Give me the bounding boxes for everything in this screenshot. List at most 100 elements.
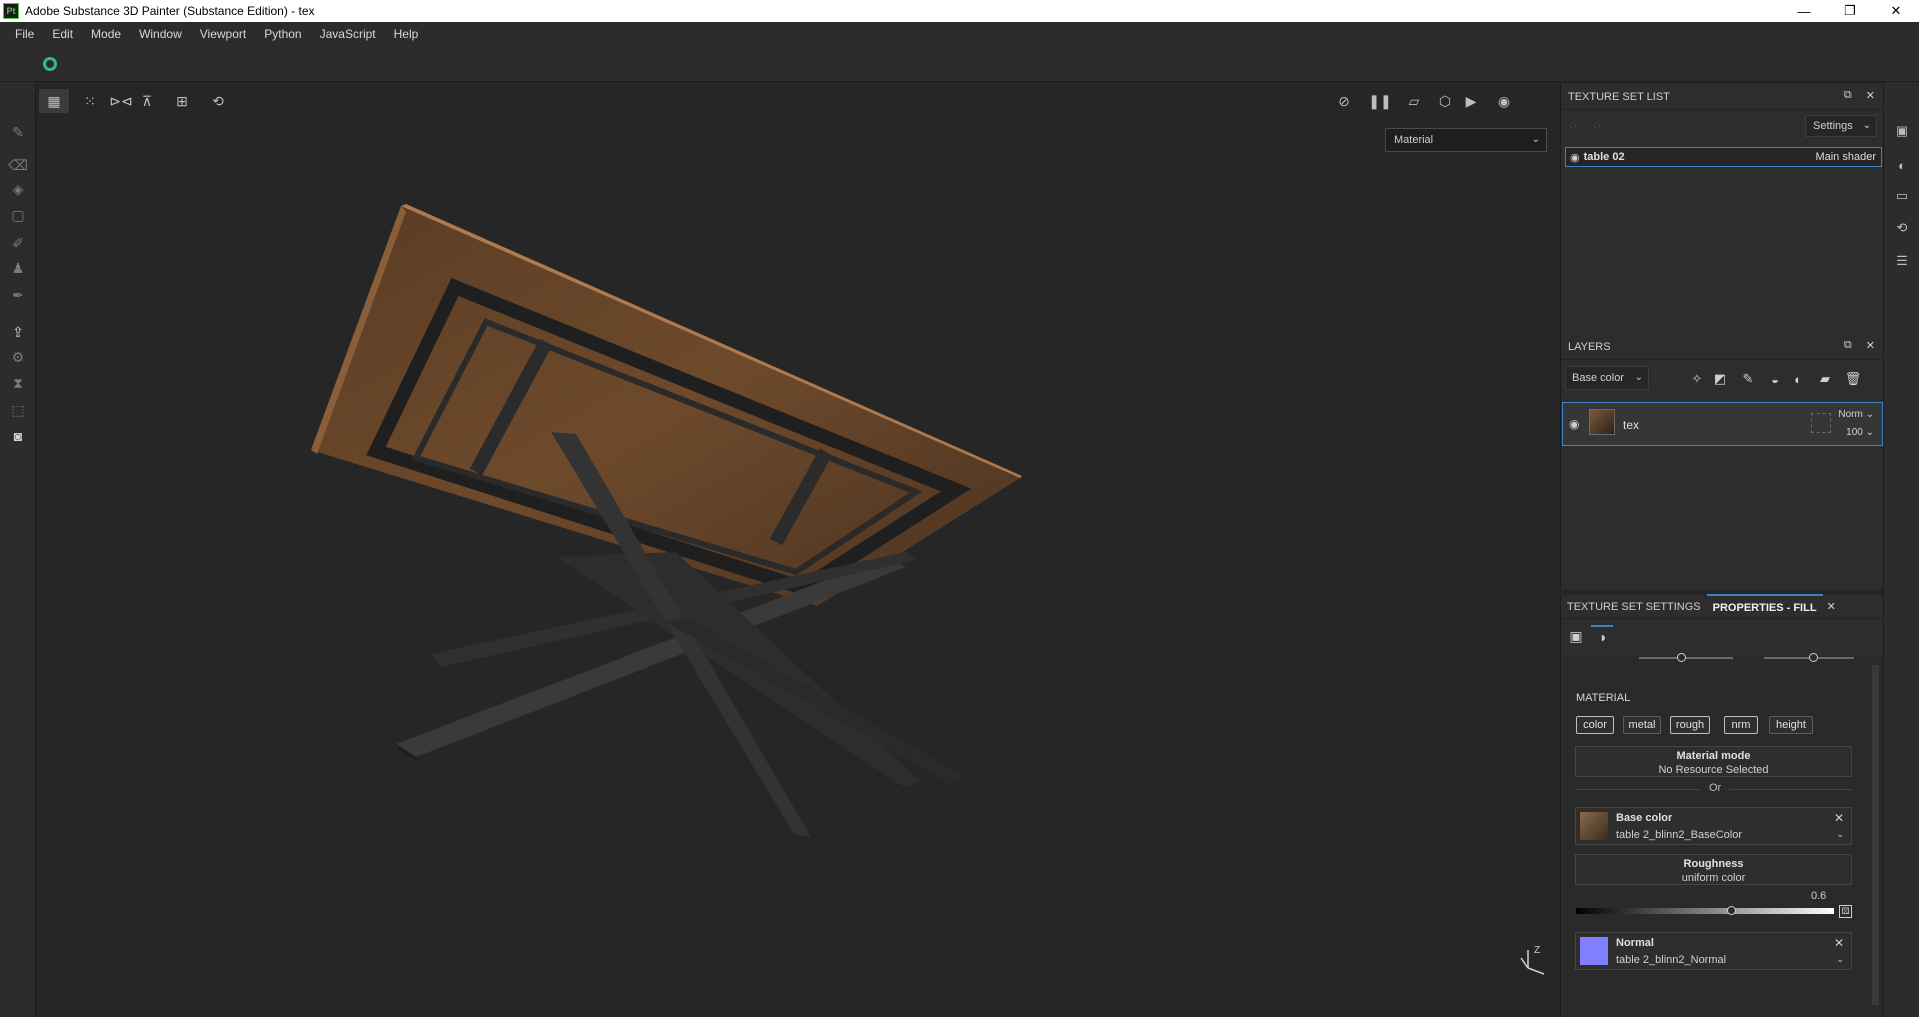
menu-mode[interactable]: Mode [82, 22, 130, 46]
camera-video-icon[interactable]: ▶ [1456, 89, 1486, 113]
hide-all-icon[interactable]: ◌ [1569, 118, 1585, 132]
slider-track[interactable] [1639, 657, 1733, 659]
add-frame-icon[interactable]: ⊞ [167, 89, 197, 113]
grid-view-icon[interactable]: ▦ [39, 89, 69, 113]
base-color-slot[interactable]: Base color table 2_blinn2_BaseColor ✕ ⌄ [1575, 807, 1852, 845]
menu-python[interactable]: Python [255, 22, 310, 46]
add-mask-icon[interactable]: ◩ [1711, 371, 1729, 387]
smudge-icon[interactable]: ✐ [8, 233, 28, 253]
or-label: Or [1701, 782, 1730, 794]
shader-name[interactable]: Main shader [1815, 151, 1876, 163]
viewport-3d[interactable]: ▦ ⁙ ⊳⊲ ⊼ ⊞ ⟲ ⊘ ❚❚ ▱ ⬡ ▶ ◉ Material ⌄ Z [36, 82, 1560, 1017]
display-mode-icon[interactable]: ▱ [1399, 89, 1429, 113]
chevron-down-icon[interactable]: ⌄ [1836, 829, 1844, 840]
hide-overlay-icon[interactable]: ⊘ [1329, 89, 1359, 113]
left-toolbar: ✎ ⌫ ◈ ▢ ✐ ♟ ✒ ⇪ ⚙ ⧗ ⬚ ◙ [0, 82, 36, 1017]
shader-settings-icon[interactable]: ◐ [1893, 156, 1911, 174]
slider-knob[interactable] [1677, 653, 1686, 662]
blend-mode-dropdown[interactable]: Norm ⌄ [1838, 409, 1874, 420]
channel-rough-button[interactable]: rough [1670, 716, 1710, 734]
panel-title: LAYERS [1568, 340, 1611, 353]
uv-icon[interactable]: ⬚ [8, 400, 28, 420]
viewport-toolbar: ▦ ⁙ ⊳⊲ ⊼ ⊞ ⟲ ⊘ ❚❚ ▱ ⬡ ▶ ◉ [36, 82, 1560, 118]
base-color-title: Base color [1616, 812, 1673, 824]
tiling-icon[interactable]: ⁙ [75, 89, 105, 113]
menu-window[interactable]: Window [130, 22, 191, 46]
add-smart-material-icon[interactable]: ◐ [1789, 371, 1807, 387]
close-button[interactable]: ✕ [1873, 0, 1919, 22]
fill-settings-icon[interactable]: ▣ [1565, 625, 1587, 647]
close-panel-icon[interactable]: ✕ [1866, 89, 1875, 102]
channel-color-button[interactable]: color [1576, 716, 1614, 734]
layer-visibility-icon[interactable]: ◉ [1569, 417, 1579, 431]
log-icon[interactable]: ☰ [1893, 252, 1911, 270]
display-settings-icon[interactable]: ▣ [1893, 122, 1911, 140]
layer-mask-slot[interactable] [1811, 413, 1831, 433]
visibility-eye-icon[interactable]: ◉ [1570, 151, 1580, 164]
delete-layer-icon[interactable]: 🗑 [1844, 371, 1862, 387]
menu-help[interactable]: Help [385, 22, 428, 46]
texture-set-row[interactable]: ◉ table 02 Main shader [1565, 147, 1882, 167]
clear-icon[interactable]: ✕ [1834, 936, 1844, 950]
clone-stamp-icon[interactable]: ♟ [8, 258, 28, 278]
close-panel-icon[interactable]: ✕ [1866, 339, 1875, 352]
channel-metal-button[interactable]: metal [1623, 716, 1661, 734]
axis-gizmo-icon: Z [1520, 945, 1545, 975]
channel-buttons: color metal rough nrm height [1561, 716, 1884, 736]
timer-icon[interactable]: ⧗ [8, 373, 28, 393]
mirror-y-icon[interactable]: ⊼ [132, 89, 162, 113]
undock-icon[interactable]: ⧉ [1844, 89, 1852, 102]
show-all-icon[interactable]: ◌ [1593, 118, 1609, 132]
add-fill-layer-icon[interactable]: ◒ [1766, 371, 1784, 387]
material-mode-box[interactable]: Material mode No Resource Selected [1575, 746, 1852, 777]
opacity-dropdown[interactable]: 100 ⌄ [1846, 427, 1874, 438]
roughness-number[interactable]: 0.6 [1811, 890, 1826, 902]
close-tab-icon[interactable]: ✕ [1827, 600, 1836, 613]
channel-nrm-button[interactable]: nrm [1724, 716, 1758, 734]
settings-dropdown[interactable]: Settings ⌄ [1805, 115, 1877, 137]
history-icon[interactable]: ⟲ [1893, 219, 1911, 237]
bake-settings-icon[interactable]: ⚙ [8, 347, 28, 367]
texture-set-toolbar: ◌ ◌ Settings ⌄ [1561, 110, 1883, 140]
tab-properties-fill[interactable]: PROPERTIES - FILL [1706, 593, 1823, 620]
menu-viewport[interactable]: Viewport [191, 22, 255, 46]
layers-toolbar: Base color ⌄ ✧ ◩ ✎ ◒ ◐ ▰ 🗑 [1561, 360, 1883, 396]
minimize-button[interactable]: — [1781, 0, 1827, 22]
slider-knob[interactable] [1809, 653, 1818, 662]
color-picker-icon[interactable]: ✒ [8, 285, 28, 305]
random-seed-icon[interactable]: ⚄ [1839, 905, 1852, 918]
add-effect-icon[interactable]: ✧ [1688, 371, 1706, 387]
shelf-icon[interactable]: ▭ [1893, 187, 1911, 205]
add-paint-layer-icon[interactable]: ✎ [1739, 371, 1757, 387]
chevron-down-icon[interactable]: ⌄ [1836, 954, 1844, 965]
roughness-slider-knob[interactable] [1726, 906, 1736, 915]
add-folder-icon[interactable]: ▰ [1816, 371, 1834, 387]
pause-icon[interactable]: ❚❚ [1365, 89, 1395, 113]
sync-status-icon[interactable] [43, 57, 57, 71]
panel-title: TEXTURE SET LIST [1568, 90, 1670, 103]
viewport-mode-dropdown[interactable]: Material ⌄ [1385, 128, 1547, 152]
clear-icon[interactable]: ✕ [1834, 811, 1844, 825]
material-sphere-icon[interactable]: ◑ [1591, 625, 1613, 647]
maximize-button[interactable]: ❐ [1827, 0, 1873, 22]
paint-brush-icon[interactable]: ✎ [8, 122, 28, 142]
screenshot-camera-icon[interactable]: ◉ [1489, 89, 1519, 113]
projection-icon[interactable]: ◈ [8, 179, 28, 199]
roughness-box[interactable]: Roughness uniform color [1575, 854, 1852, 885]
layer-row[interactable]: ◉ tex Norm ⌄ 100 ⌄ [1562, 402, 1883, 446]
channel-dropdown[interactable]: Base color ⌄ [1565, 366, 1649, 390]
screenshot-icon[interactable]: ◙ [8, 426, 28, 446]
eraser-icon[interactable]: ⌫ [8, 155, 28, 175]
menu-javascript[interactable]: JavaScript [311, 22, 385, 46]
channel-height-button[interactable]: height [1769, 716, 1813, 734]
tab-texture-set-settings[interactable]: TEXTURE SET SETTINGS [1561, 595, 1707, 619]
history-icon[interactable]: ⟲ [203, 89, 233, 113]
menu-file[interactable]: File [6, 22, 43, 46]
polygon-fill-icon[interactable]: ▢ [8, 205, 28, 225]
undock-icon[interactable]: ⧉ [1844, 339, 1852, 352]
menu-edit[interactable]: Edit [43, 22, 82, 46]
export-icon[interactable]: ⇪ [8, 322, 28, 342]
normal-slot[interactable]: Normal table 2_blinn2_Normal ✕ ⌄ [1575, 932, 1852, 970]
roughness-slider[interactable] [1576, 908, 1834, 914]
material-section-title: MATERIAL [1576, 692, 1631, 704]
